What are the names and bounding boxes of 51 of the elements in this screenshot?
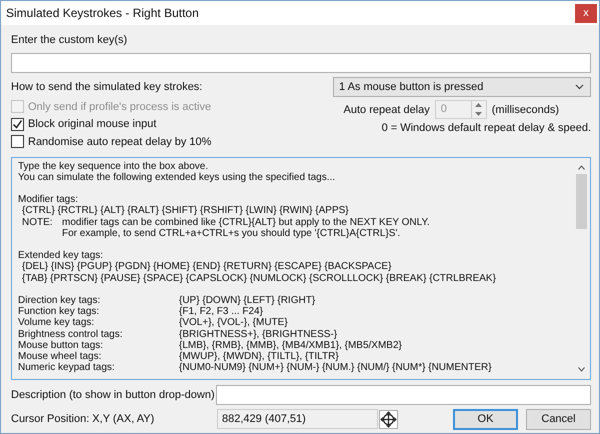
- checkbox-label: Block original mouse input: [28, 118, 156, 130]
- scrollbar-thumb[interactable]: [576, 174, 587, 228]
- field-label: Cursor Position: X,Y (AX, AY): [11, 412, 156, 426]
- tag-list: {MWUP}, {MWDN}, {TILTL}, {TILTR}: [179, 350, 339, 362]
- help-line: Type the key sequence into the box above.: [18, 160, 208, 172]
- dialog-button[interactable]: OK: [453, 408, 518, 430]
- help-line: You can simulate the following extended keys using the specified tags...: [18, 172, 336, 183]
- unit-label: (milliseconds): [492, 104, 559, 116]
- field-label: Auto repeat delay: [344, 104, 430, 116]
- help-line: {DEL} {INS} {PGUP} {PGDN} {HOME} {END} {RETURN} {ESCAPE} {BACKSPACE}: [21, 261, 392, 272]
- checkbox-label: Only send if profile's process is active: [28, 100, 212, 113]
- field-label: How to send the simulated key strokes:: [11, 80, 202, 94]
- hint-text: 0 = Windows default repeat delay & speed.: [382, 122, 591, 134]
- description-field[interactable]: [216, 384, 591, 404]
- help-line: Modifier tags:: [18, 194, 78, 206]
- field-label: Enter the custom key(s): [11, 33, 128, 47]
- tag-category: Numeric keypad tags:: [18, 362, 116, 374]
- tag-list: {BRIGHTNESS+}, {BRIGHTNESS-}: [179, 328, 338, 340]
- tag-category: Mouse button tags:: [18, 340, 104, 351]
- checkbox[interactable]: [11, 135, 24, 148]
- scroll-up-icon[interactable]: [578, 164, 585, 170]
- help-line: {CTRL} {RCTRL} {ALT} {RALT} {SHIFT} {RSHIFT} {LWIN} {RWIN} {APPS}: [21, 205, 349, 216]
- help-line: Extended key tags:: [18, 250, 104, 262]
- help-line: {TAB} {PRTSCN} {PAUSE} {SPACE} {CAPSLOCK} {NUMLOCK} {SCROLLLOCK} {BREAK} {CTRLBREAK}: [21, 272, 496, 284]
- field-label: Description (to show in button drop-down): [11, 388, 215, 402]
- tag-list: {F1, F2, F3 ... F24}: [179, 306, 263, 318]
- cursor-position-field: 882,429 (407,51): [217, 409, 378, 429]
- tag-category: Volume key tags:: [18, 317, 96, 328]
- help-line: For example, to send CTRL+a+CTRL+s you should type '{CTRL}A{CTRL}S'.: [61, 228, 400, 239]
- send-mode-dropdown[interactable]: 1 As mouse button is pressed: [333, 77, 591, 97]
- tag-list: {VOL+}, {VOL-}, {MUTE}: [179, 317, 288, 328]
- checkbox-label: Randomise auto repeat delay by 10%: [28, 136, 212, 148]
- custom-key-field[interactable]: [11, 53, 591, 73]
- tag-category: Mouse wheel tags:: [18, 350, 102, 362]
- up-arrow-icon: [475, 103, 482, 108]
- tag-category: Function key tags:: [18, 306, 100, 318]
- chevron-icon: [575, 84, 584, 90]
- close-button[interactable]: x: [575, 4, 597, 22]
- dialog-button[interactable]: Cancel: [526, 408, 591, 430]
- tag-category: Direction key tags:: [18, 294, 102, 306]
- help-line: modifier tags can be combined like {CTRL}{ALT} but apply to the NEXT KEY ONLY.: [62, 216, 430, 228]
- tag-category: Brightness control tags:: [18, 328, 124, 340]
- note-label: NOTE:: [21, 216, 54, 228]
- tag-list: {NUM0-NUM9} {NUM+} {NUM-} {NUM.} {NUM/} {NUM*} {NUMENTER}: [179, 362, 492, 374]
- crosshair-icon[interactable]: [379, 410, 398, 428]
- down-arrow-icon: [475, 112, 482, 116]
- scroll-down-icon[interactable]: [578, 366, 585, 372]
- checkbox[interactable]: [11, 118, 24, 131]
- tag-list: {UP} {DOWN} {LEFT} {RIGHT}: [179, 294, 316, 306]
- tag-list: {LMB}, {RMB}, {MMB}, {MB4/XMB1}, {MB5/XMB2}: [179, 340, 402, 351]
- window-title: Simulated Keystrokes - Right Button: [5, 6, 199, 20]
